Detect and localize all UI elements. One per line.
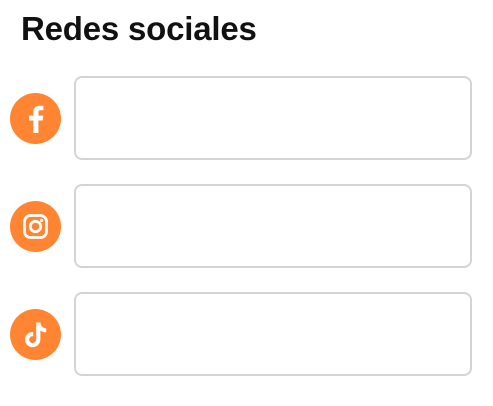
facebook-icon (10, 93, 61, 144)
facebook-row (10, 76, 472, 160)
tiktok-input[interactable] (74, 292, 472, 376)
tiktok-row (10, 292, 472, 376)
facebook-input[interactable] (74, 76, 472, 160)
instagram-row (10, 184, 472, 268)
instagram-input[interactable] (74, 184, 472, 268)
instagram-icon (10, 201, 61, 252)
tiktok-icon (10, 309, 61, 360)
section-title: Redes sociales (21, 10, 257, 47)
